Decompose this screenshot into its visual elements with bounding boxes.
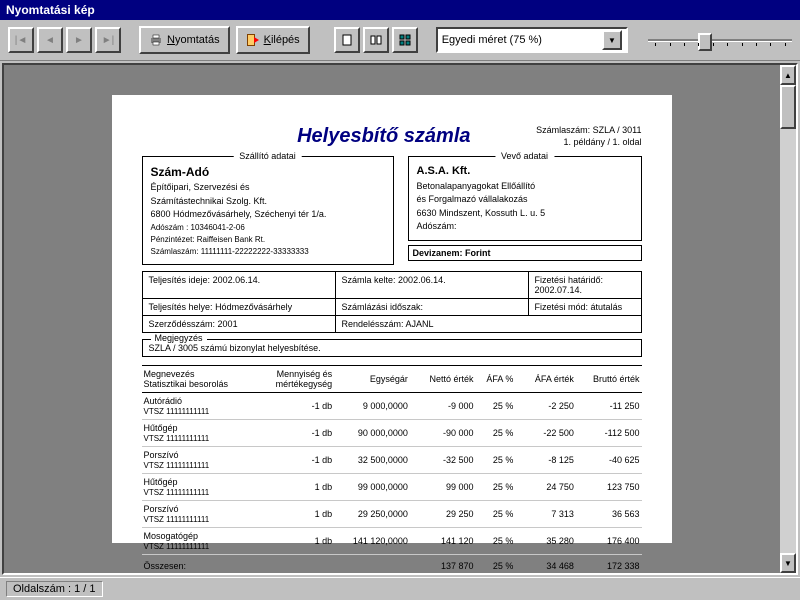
view-grid-button[interactable]	[392, 27, 418, 53]
view-double-button[interactable]	[363, 27, 389, 53]
table-row: HűtőgépVTSZ 111111111111 db99 000,000099…	[142, 473, 642, 500]
currency-box: Devizanem: Forint	[408, 245, 642, 261]
table-row: AutórádióVTSZ 11111111111-1 db9 000,0000…	[142, 392, 642, 419]
items-table: MegnevezésStatisztikai besorolás Mennyis…	[142, 365, 642, 573]
status-page: Oldalszám : 1 / 1	[6, 581, 103, 597]
doc-title: Helyesbítő számla	[232, 125, 537, 148]
buyer-box: Vevő adatai A.S.A. Kft. Betonalapanyagok…	[408, 156, 642, 241]
exit-button[interactable]: Kilépés Kilépés	[236, 26, 310, 54]
page-copy-info: 1. példány / 1. oldal	[536, 137, 641, 149]
total-row: Összesen: 137 870 25 % 34 468 172 338	[142, 554, 642, 573]
table-row: HűtőgépVTSZ 11111111111-1 db90 000,0000-…	[142, 419, 642, 446]
view-single-button[interactable]	[334, 27, 360, 53]
nav-last-button[interactable]: ►|	[95, 27, 121, 53]
invoice-number: Számlaszám: SZLA / 3011	[536, 125, 641, 137]
nav-first-button[interactable]: |◄	[8, 27, 34, 53]
status-bar: Oldalszám : 1 / 1	[0, 577, 800, 600]
remark-box: Megjegyzés SZLA / 3005 számú bizonylat h…	[142, 339, 642, 357]
nav-prev-button[interactable]: ◄	[37, 27, 63, 53]
nav-next-button[interactable]: ►	[66, 27, 92, 53]
exit-icon	[246, 33, 260, 47]
toolbar: |◄ ◄ ► ►| NNyomtatásyomtatás Kilépés Kil…	[0, 20, 800, 61]
scroll-down-button[interactable]: ▼	[780, 553, 796, 573]
zoom-slider[interactable]	[648, 39, 792, 42]
vertical-scrollbar[interactable]: ▲ ▼	[779, 65, 796, 573]
printer-icon	[149, 33, 163, 47]
dropdown-arrow-icon: ▼	[602, 30, 622, 50]
window-title: Nyomtatási kép	[0, 0, 800, 20]
preview-canvas: Helyesbítő számla Számlaszám: SZLA / 301…	[4, 65, 779, 573]
scroll-thumb[interactable]	[780, 85, 796, 129]
zoom-value: Egyedi méret (75 %)	[442, 34, 542, 46]
info-row-2: Teljesítés helye: Hódmezővásárhely Száml…	[142, 299, 642, 316]
table-row: PorszívóVTSZ 111111111111 db29 250,00002…	[142, 500, 642, 527]
info-row-1: Teljesítés ideje: 2002.06.14. Számla kel…	[142, 271, 642, 299]
seller-box: Szállító adatai Szám-Adó Építőipari, Sze…	[142, 156, 394, 265]
page-preview: Helyesbítő számla Számlaszám: SZLA / 301…	[112, 95, 672, 543]
print-button[interactable]: NNyomtatásyomtatás	[139, 26, 230, 54]
zoom-select[interactable]: Egyedi méret (75 %) ▼	[436, 27, 628, 53]
info-row-3: Szerződésszám: 2001 Rendelésszám: AJANL	[142, 316, 642, 333]
table-row: PorszívóVTSZ 11111111111-1 db32 500,0000…	[142, 446, 642, 473]
slider-thumb[interactable]	[698, 33, 712, 51]
table-row: MosogatógépVTSZ 111111111111 db141 120,0…	[142, 527, 642, 554]
scroll-up-button[interactable]: ▲	[780, 65, 796, 85]
